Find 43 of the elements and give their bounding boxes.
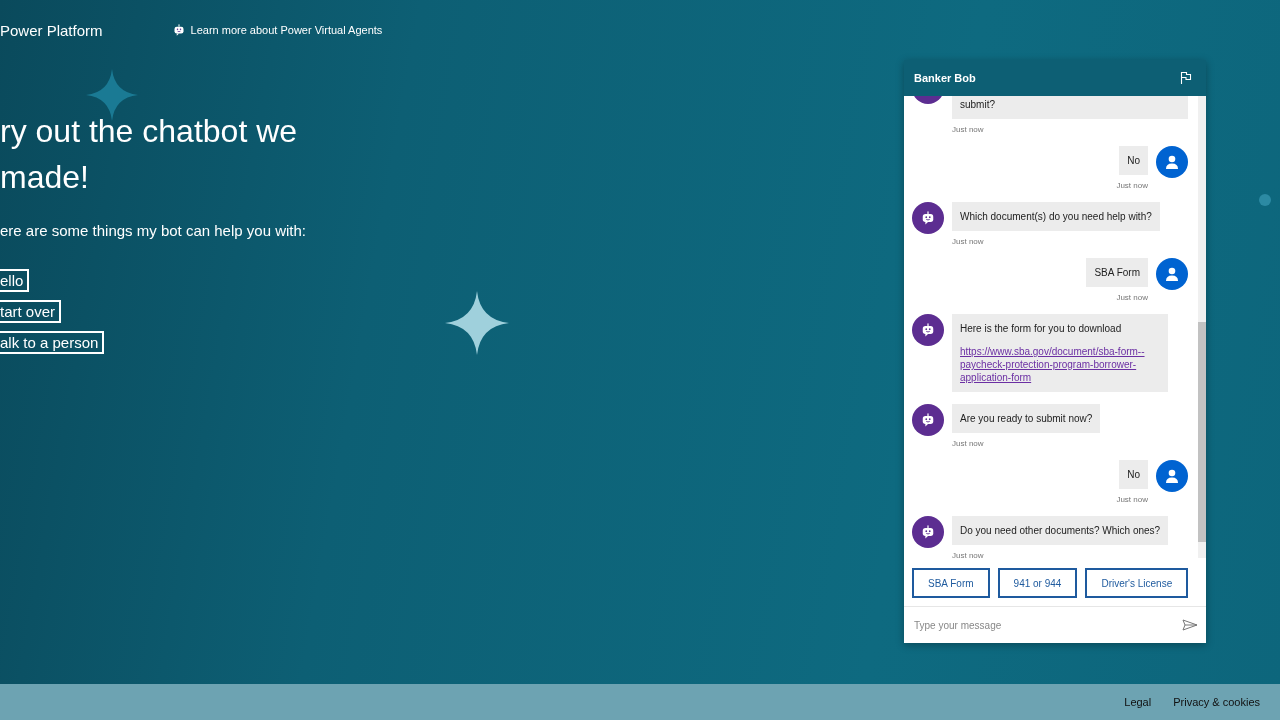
- topic-button[interactable]: alk to a person: [0, 331, 105, 354]
- chat-title: Banker Bob: [914, 72, 976, 84]
- message-bubble: Here is the form for you to download https://www.sba.gov/document/sba-form--paycheck-protection-program-borrower-application-form: [952, 314, 1168, 392]
- message-time: Just now: [1116, 495, 1148, 504]
- suggestion-button[interactable]: Driver's License: [1085, 568, 1189, 598]
- suggestion-button[interactable]: SBA Form: [912, 568, 990, 598]
- hero-intro: ere are some things my bot can help you with:: [0, 222, 307, 239]
- robot-icon: [921, 211, 935, 225]
- message-bubble: submit?: [952, 96, 1188, 119]
- send-icon[interactable]: [1182, 619, 1198, 631]
- scrollbar[interactable]: [1198, 96, 1206, 558]
- flag-icon[interactable]: [1180, 71, 1192, 85]
- message-bubble: Which document(s) do you need help with?: [952, 202, 1160, 231]
- form-link[interactable]: https://www.sba.gov/document/sba-form--paycheck-protection-program-borrower-application-form: [960, 345, 1160, 384]
- hero-title: ry out the chatbot we made!: [0, 112, 299, 197]
- brand-name: Power Platform: [0, 21, 103, 39]
- person-icon: [1164, 468, 1180, 484]
- robot-icon: [172, 24, 185, 36]
- footer-link[interactable]: Legal: [1124, 696, 1152, 708]
- message-bubble: No: [1119, 460, 1148, 489]
- dot-icon: [1259, 194, 1271, 206]
- person-icon: [1164, 154, 1180, 170]
- footer-link[interactable]: Privacy & cookies: [1173, 696, 1260, 708]
- robot-icon: [921, 323, 935, 337]
- topic-button[interactable]: tart over: [0, 300, 62, 323]
- robot-icon: [921, 525, 935, 539]
- sparkle-icon: [86, 69, 138, 121]
- message-time: Just now: [952, 439, 984, 448]
- message-time: Just now: [952, 237, 984, 246]
- message-bubble: Are you ready to submit now?: [952, 404, 1101, 433]
- message-time: Just now: [1116, 181, 1148, 190]
- sparkle-icon: [445, 291, 509, 355]
- learn-more-link[interactable]: Learn more about Power Virtual Agents: [172, 24, 383, 36]
- message-time: Just now: [952, 125, 984, 134]
- suggestion-button[interactable]: 941 or 944: [997, 568, 1078, 598]
- message-bubble: SBA Form: [1086, 258, 1148, 287]
- person-icon: [1164, 266, 1180, 282]
- topic-button[interactable]: ello: [0, 269, 30, 292]
- message-time: Just now: [1116, 293, 1148, 302]
- message-bubble: Do you need other documents? Which ones?: [952, 516, 1169, 545]
- message-time: Just now: [952, 551, 984, 558]
- message-bubble: No: [1119, 146, 1148, 175]
- robot-icon: [921, 413, 935, 427]
